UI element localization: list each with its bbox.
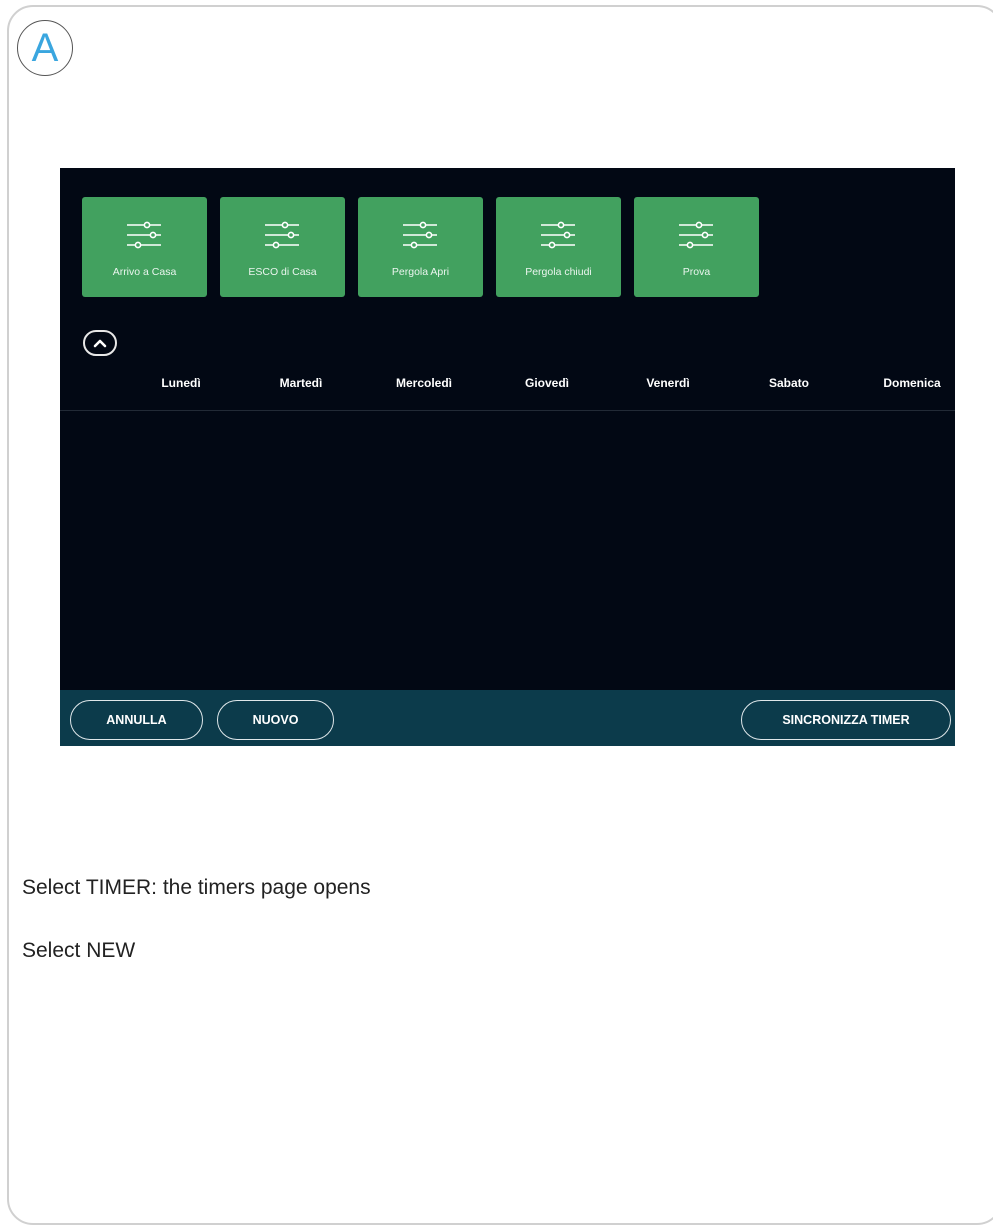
scenario-label: Pergola Apri (391, 266, 450, 278)
sliders-icon (127, 221, 161, 249)
scenario-tile[interactable]: Prova (634, 197, 759, 297)
sliders-icon (679, 221, 713, 249)
sliders-icon (541, 221, 575, 249)
day-tuesday[interactable]: Martedì (280, 376, 323, 390)
chevron-up-icon (93, 339, 107, 348)
scenario-list: Arrivo a Casa ESCO di Casa Pergola Apri … (82, 197, 759, 297)
timer-screen: Arrivo a Casa ESCO di Casa Pergola Apri … (60, 168, 955, 746)
day-thursday[interactable]: Giovedì (525, 376, 569, 390)
day-saturday[interactable]: Sabato (769, 376, 809, 390)
scenario-label: Prova (682, 266, 711, 278)
instruction-text: Select NEW (22, 939, 136, 962)
scenario-tile[interactable]: Pergola Apri (358, 197, 483, 297)
scenario-tile[interactable]: Pergola chiudi (496, 197, 621, 297)
bottom-toolbar: ANNULLA NUOVO SINCRONIZZA TIMER (60, 690, 955, 746)
day-friday[interactable]: Venerdì (646, 376, 689, 390)
scenario-label: Arrivo a Casa (112, 266, 177, 278)
weekday-header: Lunedì Martedì Mercoledì Giovedì Venerdì… (60, 376, 955, 396)
header-divider (60, 410, 955, 411)
collapse-button[interactable] (83, 330, 117, 356)
day-sunday[interactable]: Domenica (883, 376, 940, 390)
sliders-icon (403, 221, 437, 249)
day-monday[interactable]: Lunedì (161, 376, 200, 390)
scenario-label: Pergola chiudi (525, 266, 592, 278)
cancel-button[interactable]: ANNULLA (70, 700, 203, 740)
scenario-tile[interactable]: Arrivo a Casa (82, 197, 207, 297)
instruction-text: Select TIMER: the timers page opens (22, 876, 371, 899)
sync-timer-button[interactable]: SINCRONIZZA TIMER (741, 700, 951, 740)
scenario-tile[interactable]: ESCO di Casa (220, 197, 345, 297)
sliders-icon (265, 221, 299, 249)
scenario-label: ESCO di Casa (248, 266, 317, 278)
step-badge: A (17, 20, 73, 76)
new-button[interactable]: NUOVO (217, 700, 334, 740)
day-wednesday[interactable]: Mercoledì (396, 376, 452, 390)
